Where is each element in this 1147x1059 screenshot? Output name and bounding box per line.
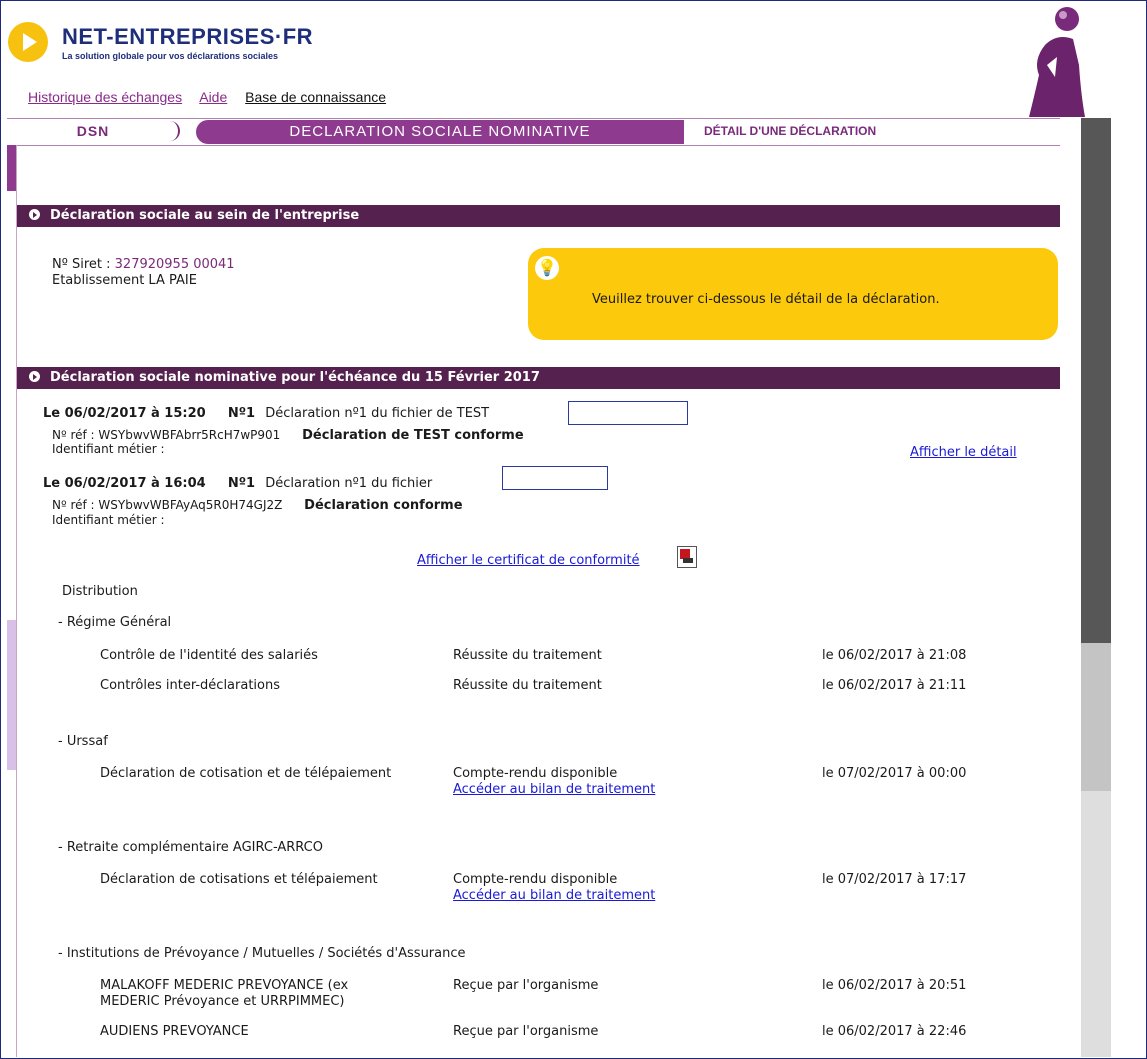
- siret-value: 327920955 00041: [114, 257, 235, 272]
- brand-name[interactable]: NET-ENTREPRISES·FR: [62, 24, 313, 50]
- siret-line: Nº Siret : 327920955 00041: [52, 257, 235, 272]
- section-title: Déclaration sociale nominative pour l'éc…: [50, 370, 540, 385]
- left-accent-light: [7, 620, 16, 770]
- distribution-title: Distribution: [62, 584, 138, 599]
- row-label: Déclaration de cotisation et de télépaie…: [100, 766, 392, 781]
- row-status: Reçue par l'organisme: [453, 1024, 599, 1039]
- afficher-certificat-link[interactable]: Afficher le certificat de conformité: [417, 553, 640, 568]
- ref-label: Nº réf : WSYbwvWBFAyAq5R0H74GJ2Z: [52, 498, 283, 512]
- declaration-status: Déclaration conforme: [304, 498, 463, 513]
- scrollbar-thumb-shadow: [1081, 643, 1111, 791]
- row-date: le 06/02/2017 à 22:46: [822, 1024, 967, 1039]
- afficher-detail-link[interactable]: Afficher le détail: [910, 445, 1017, 460]
- declaration-1-ref: Nº réf : WSYbwvWBFAbrr5RcH7wP901 Déclara…: [52, 428, 524, 443]
- logo-play-icon[interactable]: [8, 22, 48, 62]
- declaration-num: Nº1: [227, 406, 256, 421]
- row-label: Contrôles inter-déclarations: [100, 678, 281, 693]
- section-header-entreprise[interactable]: Déclaration sociale au sein de l'entrepr…: [17, 205, 1060, 227]
- row-status: Réussite du traitement: [453, 678, 602, 693]
- info-text: Veuillez trouver ci-dessous le détail de…: [592, 292, 940, 307]
- row-status: Réussite du traitement: [453, 648, 602, 663]
- link-aide[interactable]: Aide: [199, 89, 227, 105]
- group-title: - Institutions de Prévoyance / Mutuelles…: [58, 946, 466, 961]
- row-date: le 06/02/2017 à 20:51: [822, 978, 967, 993]
- bilan-link[interactable]: Accéder au bilan de traitement: [453, 782, 655, 797]
- section-bullet-icon: [29, 209, 40, 220]
- section-header-echeance[interactable]: Déclaration sociale nominative pour l'éc…: [17, 367, 1060, 389]
- declaration-2-ref: Nº réf : WSYbwvWBFAyAq5R0H74GJ2Z Déclara…: [52, 498, 463, 513]
- row-label: AUDIENS PREVOYANCE: [100, 1024, 249, 1039]
- top-links: Historique des échanges Aide Base de con…: [28, 89, 400, 105]
- group-title: - Retraite complémentaire AGIRC-ARRCO: [58, 840, 323, 855]
- declaration-status: Déclaration de TEST conforme: [302, 428, 524, 443]
- declaration-title: DECLARATION SOCIALE NOMINATIVE: [196, 120, 684, 144]
- row-date: le 06/02/2017 à 21:08: [822, 648, 967, 663]
- row-status: Compte-rendu disponible: [453, 766, 618, 781]
- row-date: le 07/02/2017 à 00:00: [822, 766, 967, 781]
- declaration-date: Le 06/02/2017 à 15:20: [43, 406, 206, 421]
- declaration-desc: Déclaration nº1 du fichier de TEST: [265, 406, 490, 421]
- row-label: MALAKOFF MEDERIC PREVOYANCE (ex: [100, 978, 349, 993]
- identifiant-metier: Identifiant métier :: [52, 442, 165, 456]
- left-divider: [16, 145, 17, 1057]
- row-label: Contrôle de l'identité des salariés: [100, 648, 318, 663]
- row-date: le 07/02/2017 à 17:17: [822, 872, 967, 887]
- declaration-date: Le 06/02/2017 à 16:04: [43, 476, 206, 491]
- row-status: Compte-rendu disponible: [453, 872, 618, 887]
- pdf-icon[interactable]: [677, 546, 697, 568]
- link-historique[interactable]: Historique des échanges: [28, 89, 182, 105]
- section-title: Déclaration sociale au sein de l'entrepr…: [50, 208, 360, 223]
- declaration-2-field[interactable]: [502, 466, 608, 490]
- declaration-2-line: Le 06/02/2017 à 16:04 Nº1 Déclaration nº…: [43, 476, 432, 491]
- dsn-label: DSN: [8, 121, 180, 141]
- declaration-desc: Déclaration nº1 du fichier: [265, 476, 433, 491]
- bilan-link[interactable]: Accéder au bilan de traitement: [453, 888, 655, 903]
- siret-label: Nº Siret :: [52, 257, 115, 272]
- group-title: - Régime Général: [58, 615, 172, 630]
- section-bullet-icon: [29, 371, 40, 382]
- page-title: DÉTAIL D'UNE DÉCLARATION: [704, 124, 877, 138]
- declaration-num: Nº1: [227, 476, 256, 491]
- left-accent: [7, 145, 16, 191]
- group-title: - Urssaf: [58, 734, 108, 749]
- lightbulb-icon: 💡: [535, 256, 559, 280]
- etablissement: Etablissement LA PAIE: [52, 273, 197, 288]
- declaration-1-field[interactable]: [568, 401, 688, 425]
- ref-label: Nº réf : WSYbwvWBFAbrr5RcH7wP901: [52, 428, 281, 442]
- brand-tagline: La solution globale pour vos déclaration…: [62, 51, 279, 61]
- declaration-1-line: Le 06/02/2017 à 15:20 Nº1 Déclaration nº…: [43, 406, 489, 421]
- identifiant-metier: Identifiant métier :: [52, 513, 165, 527]
- row-label: Déclaration de cotisations et télépaieme…: [100, 872, 378, 887]
- row-label-continued: MEDERIC Prévoyance et URRPIMMEC): [100, 994, 345, 1009]
- row-date: le 06/02/2017 à 21:11: [822, 678, 967, 693]
- row-status: Reçue par l'organisme: [453, 978, 599, 993]
- link-base-connaissance[interactable]: Base de connaissance: [245, 89, 386, 105]
- mascot-icon: [1029, 7, 1085, 117]
- scrollbar-thumb[interactable]: [1081, 118, 1111, 643]
